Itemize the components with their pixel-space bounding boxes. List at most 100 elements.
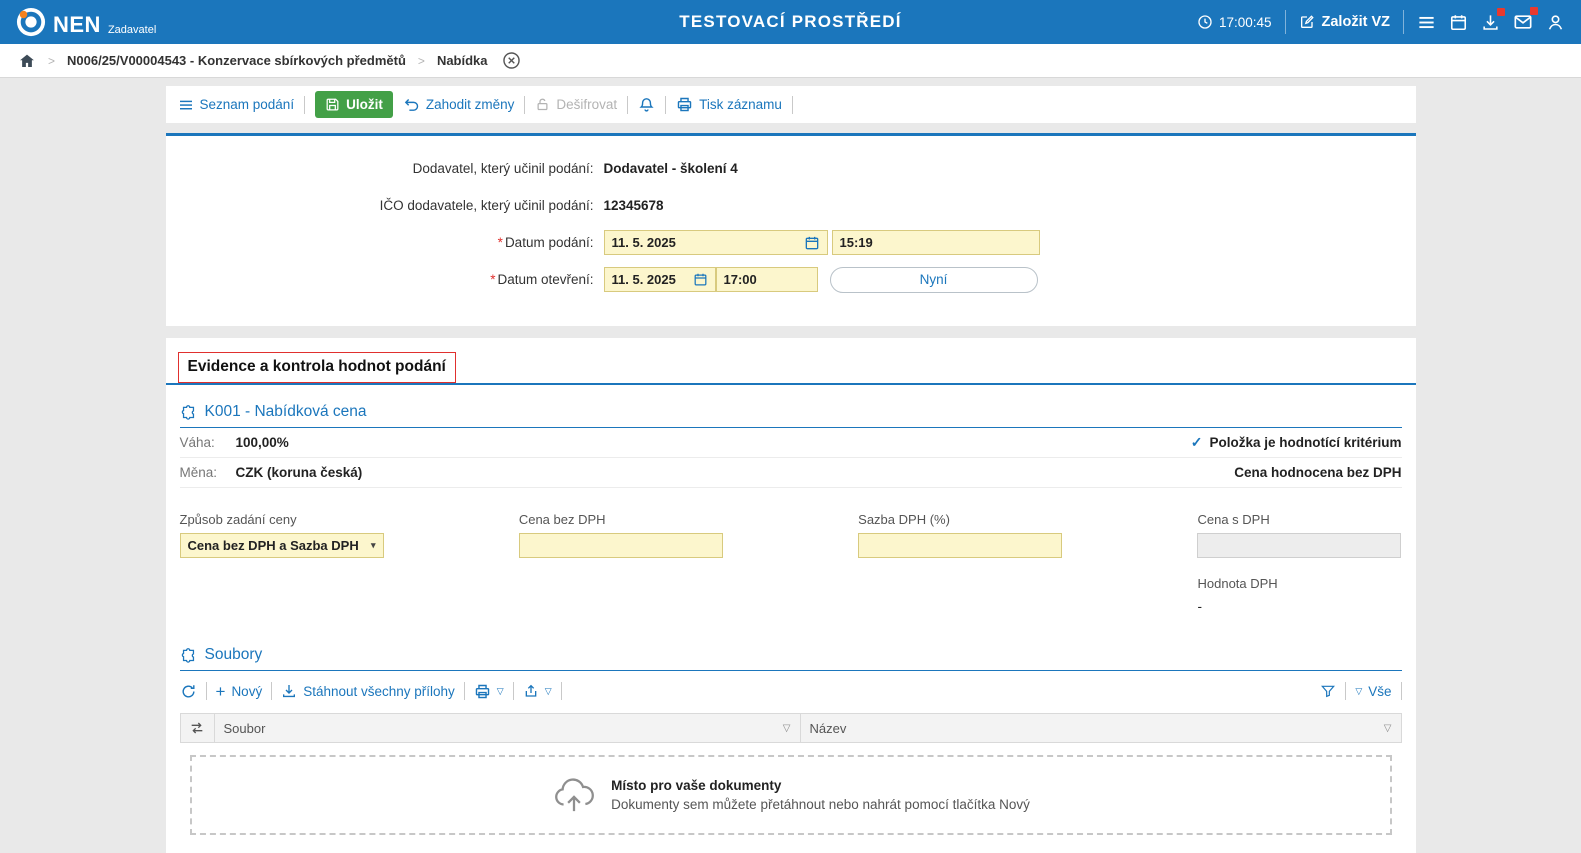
breadcrumb: > N006/25/V00004543 - Konzervace sbírkov… [0,44,1581,78]
upload-icon [523,683,539,699]
topbar-actions: 17:00:45 Založit VZ [1197,10,1565,34]
required-asterisk: * [490,272,495,287]
main-content: Seznam podání Uložit Zahodit změny [166,86,1416,853]
vat-amount-value: - [1197,599,1401,614]
toolbar-separator [524,96,525,114]
print-menu-button[interactable]: ▽ [474,683,504,700]
opening-date-label: *Datum otevření: [166,272,604,287]
home-icon [18,52,36,70]
brand[interactable]: NEN Zadavatel [16,7,156,37]
calendar-icon[interactable] [693,272,708,287]
dropdown-icon: ▽ [545,686,552,697]
opening-date-input[interactable]: 11. 5. 2025 [604,267,716,292]
toolbar-separator [464,682,465,700]
breadcrumb-item-contract[interactable]: N006/25/V00004543 - Konzervace sbírkovýc… [67,53,406,68]
supplier-label: Dodavatel, který učinil podání: [166,161,604,176]
currency-label: Měna: [180,465,236,480]
undo-icon [403,96,420,113]
download-all-label: Stáhnout všechny přílohy [303,684,455,699]
home-button[interactable] [18,52,36,70]
opening-time-input[interactable]: 17:00 [716,267,818,292]
section-puzzle-icon [180,404,197,421]
save-icon [325,97,340,112]
calendar-icon[interactable] [804,235,820,251]
menu-button[interactable] [1417,13,1436,32]
save-label: Uložit [346,97,383,112]
export-menu-button[interactable]: ▽ [523,683,552,699]
price-mode-value: Cena bez DPH a Sazba DPH [188,538,359,553]
save-button[interactable]: Uložit [315,91,393,118]
download-icon [281,683,297,699]
create-vz-button[interactable]: Založit VZ [1299,14,1390,30]
refresh-icon [180,683,197,700]
all-filter-label: Vše [1368,684,1391,699]
submission-date-value: 11. 5. 2025 [612,235,676,250]
vat-note: Cena hodnocena bez DPH [1234,465,1401,480]
toolbar-separator [304,96,305,114]
opening-date-value: 11. 5. 2025 [612,272,676,287]
submission-time-input[interactable]: 15:19 [832,230,1040,255]
k001-heading: K001 - Nabídková cena [180,403,1402,428]
breadcrumb-chevron: > [48,54,55,68]
column-header-file[interactable]: Soubor ▽ [215,714,801,742]
vat-rate-input[interactable] [858,533,1062,558]
calendar-button[interactable] [1449,13,1468,32]
evidence-section-title: Evidence a kontrola hodnot podání [178,352,456,383]
file-dropzone[interactable]: Místo pro vaše dokumenty Dokumenty sem m… [190,755,1392,835]
column-filter-icon[interactable]: ▽ [783,723,791,734]
lock-icon [535,97,550,112]
profile-button[interactable] [1546,13,1565,32]
column-settings-button[interactable] [181,714,215,742]
calendar-icon [1449,13,1468,32]
downloads-button[interactable] [1481,13,1500,32]
price-incl-vat-label: Cena s DPH [1197,512,1401,527]
breadcrumb-item-page[interactable]: Nabídka [437,53,488,68]
filter-button[interactable] [1320,683,1336,699]
discard-changes-label: Zahodit změny [426,97,515,112]
discard-changes-button[interactable]: Zahodit změny [403,96,515,113]
brand-subtitle: Zadavatel [108,24,156,36]
topbar: NEN Zadavatel TESTOVACÍ PROSTŘEDÍ 17:00:… [0,0,1581,44]
notifications-button[interactable] [638,96,655,113]
printer-icon [676,96,693,113]
price-mode-select[interactable]: Cena bez DPH a Sazba DPH ▾ [180,533,384,558]
column-file-label: Soubor [224,721,266,736]
nen-logo-icon [16,7,46,37]
new-file-label: Nový [231,684,262,699]
topbar-separator [1285,10,1286,34]
print-record-label: Tisk záznamu [699,97,782,112]
all-filter-dropdown[interactable]: ▽ Vše [1355,684,1391,699]
submission-date-input[interactable]: 11. 5. 2025 [604,230,828,255]
messages-button[interactable] [1513,12,1533,32]
check-icon: ✓ [1191,434,1203,451]
print-record-button[interactable]: Tisk záznamu [676,96,782,113]
toolbar-separator [271,682,272,700]
toolbar-separator [206,682,207,700]
submissions-list-button[interactable]: Seznam podání [178,97,295,113]
submission-detail-panel: Dodavatel, který učinil podání: Dodavate… [166,133,1416,326]
decrypt-label: Dešifrovat [556,97,617,112]
column-settings-icon [189,720,205,736]
printer-icon [474,683,491,700]
now-button[interactable]: Nyní [830,267,1038,293]
mail-icon [1513,12,1533,32]
column-filter-icon[interactable]: ▽ [1384,723,1392,734]
submission-date-row: *Datum podání: 11. 5. 2025 15:19 [166,230,1416,255]
notification-badge [1497,8,1505,16]
funnel-icon [1320,683,1336,699]
close-tab-button[interactable] [502,51,521,70]
toolbar-separator [513,682,514,700]
price-excl-vat-input[interactable] [519,533,723,558]
record-action-bar: Seznam podání Uložit Zahodit změny [166,86,1416,123]
environment-title: TESTOVACÍ PROSTŘEDÍ [679,12,901,32]
files-title: Soubory [205,646,263,664]
dropzone-hint: Dokumenty sem můžete přetáhnout nebo nah… [611,797,1030,812]
ico-row: IČO dodavatele, který učinil podání: 123… [166,193,1416,218]
refresh-button[interactable] [180,683,197,700]
chevron-down-icon: ▾ [371,540,376,551]
new-file-button[interactable]: + Nový [216,683,263,700]
topbar-time: 17:00:45 [1219,15,1272,30]
download-all-button[interactable]: Stáhnout všechny přílohy [281,683,455,699]
column-header-name[interactable]: Název ▽ [801,714,1401,742]
create-vz-label: Založit VZ [1322,14,1390,30]
